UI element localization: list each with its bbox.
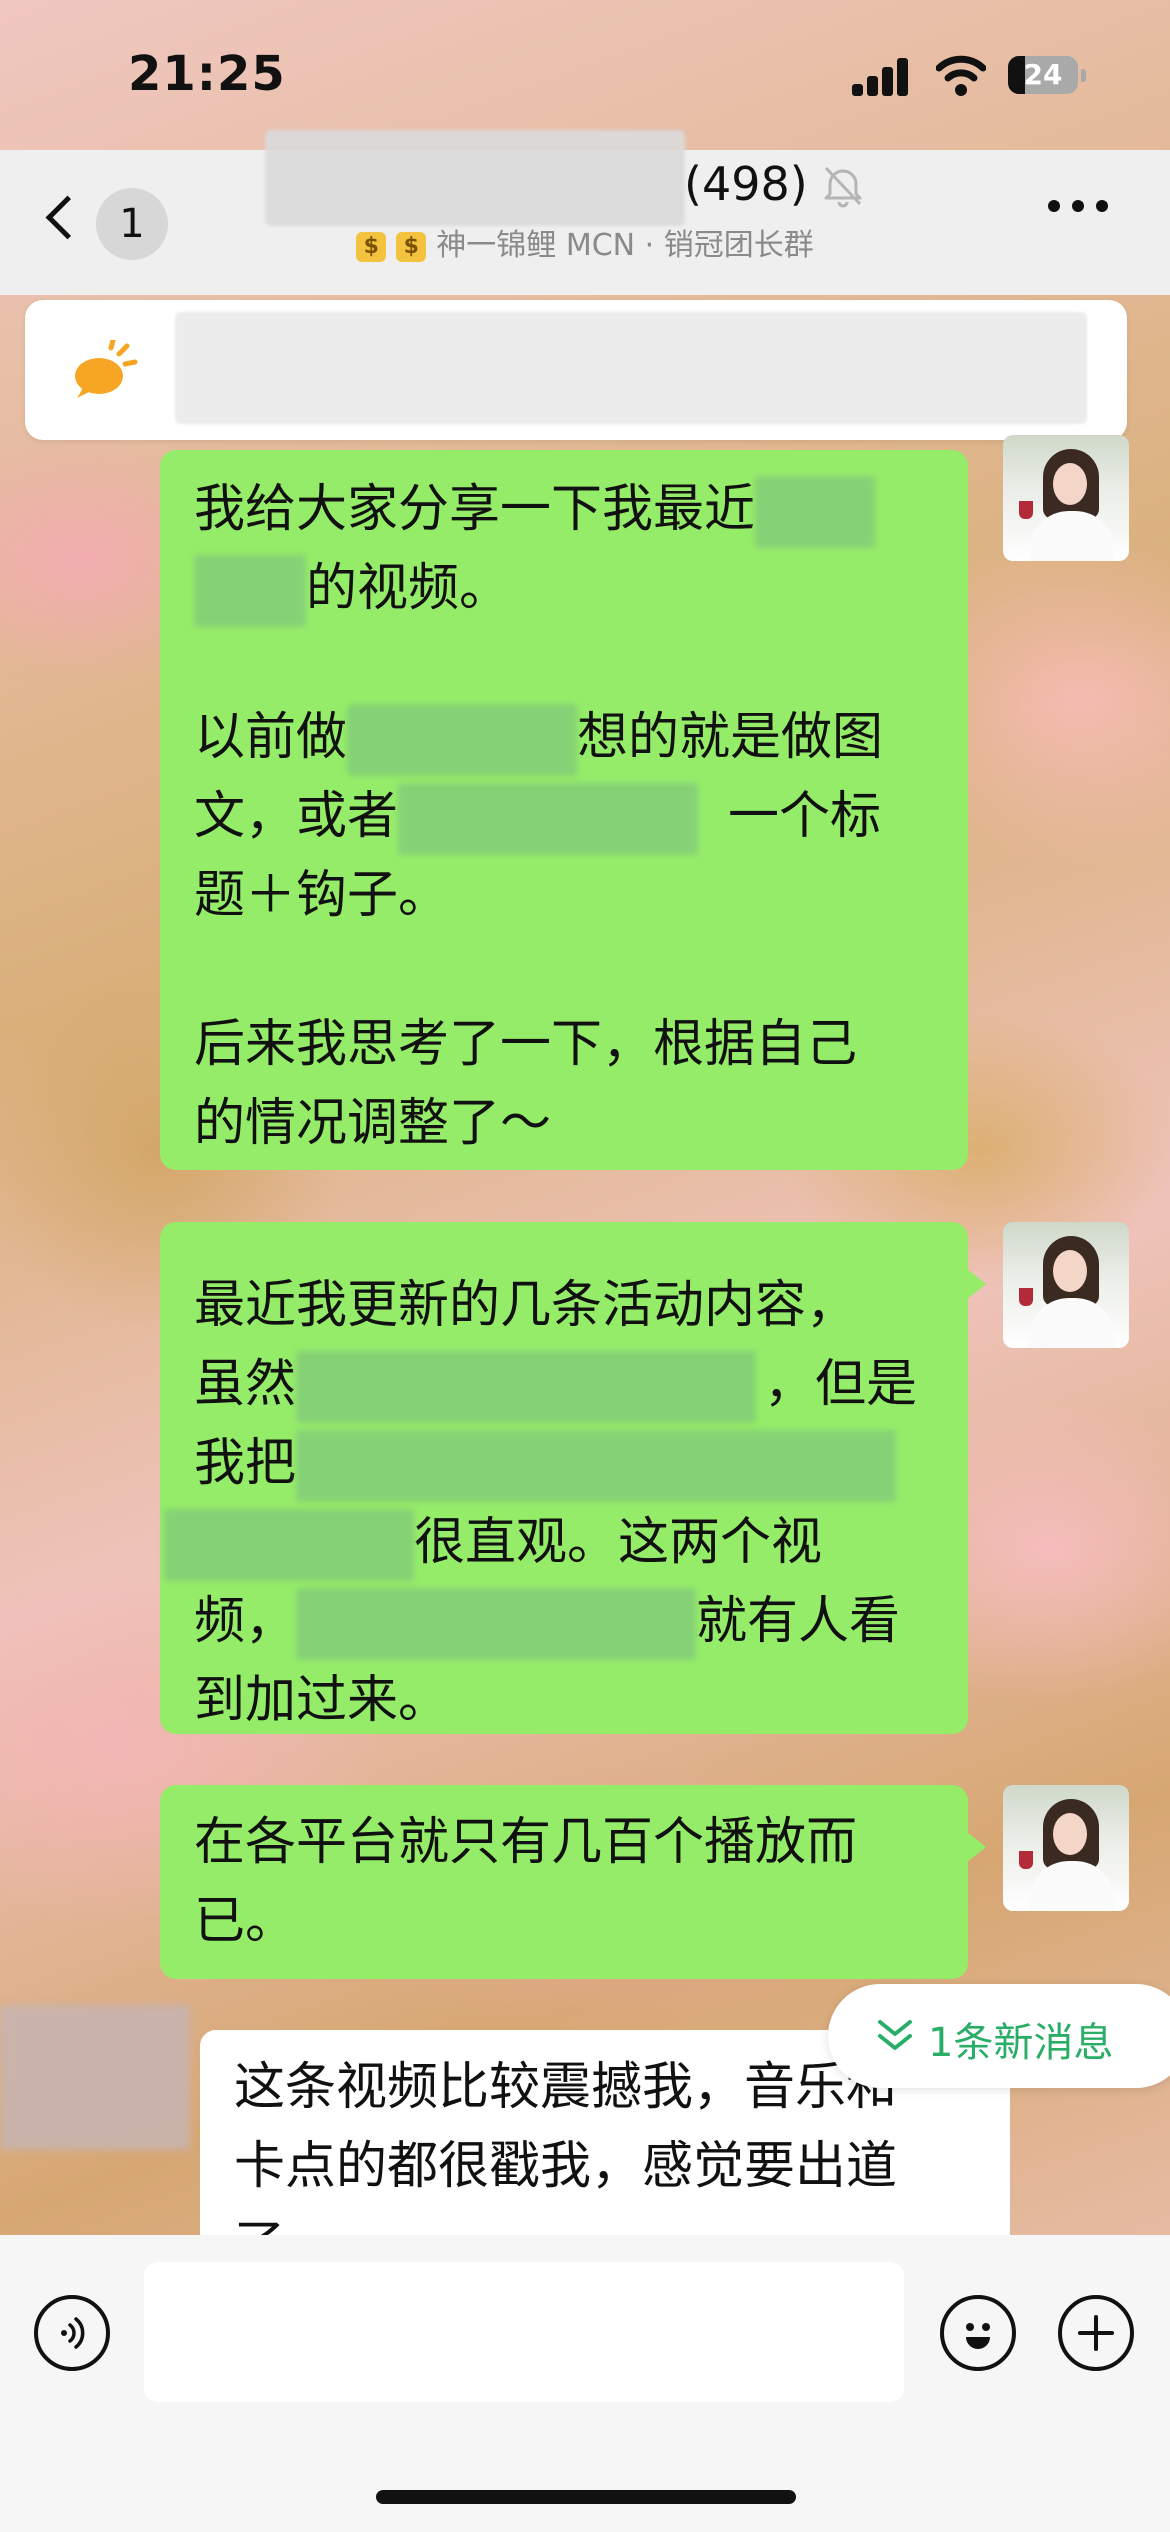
message-input[interactable] bbox=[144, 2262, 904, 2402]
more-options-button[interactable] bbox=[1048, 200, 1112, 220]
chat-header: 1 (498) $ $ 神一锦鲤 MCN · 销冠团长群 bbox=[0, 130, 1170, 295]
message-line: 频， bbox=[194, 1592, 297, 1651]
coin-icon: $ bbox=[356, 231, 387, 262]
wifi-icon bbox=[936, 55, 986, 96]
group-member-count[interactable]: (498) bbox=[684, 157, 808, 211]
mute-bell-icon bbox=[824, 166, 862, 208]
announcement-text-redacted bbox=[175, 312, 1087, 424]
message-text: 我给大家分享一下我最近 的视频。 以前做 想的就是做图 文，或者 一个标 题＋钩子。… bbox=[194, 470, 934, 1163]
group-announcement-bar[interactable] bbox=[25, 300, 1127, 440]
new-messages-label: 1条新消息 bbox=[928, 2020, 1114, 2066]
group-subtitle-text: 神一锦鲤 MCN · 销冠团长群 bbox=[436, 228, 814, 263]
battery-icon: 24 bbox=[1008, 56, 1088, 94]
message-line: 后来我思考了一下，根据自己 bbox=[194, 1015, 858, 1074]
plus-icon bbox=[1078, 2315, 1114, 2351]
redacted-text bbox=[296, 1430, 897, 1502]
emoji-button[interactable] bbox=[940, 2295, 1016, 2371]
message-bubble-sent[interactable]: 在各平台就只有几百个播放而 已。 bbox=[160, 1785, 986, 1979]
redacted-text bbox=[347, 704, 578, 776]
message-line: 在各平台就只有几百个播放而 bbox=[194, 1813, 858, 1872]
redacted-text bbox=[194, 555, 306, 627]
redacted-text bbox=[755, 476, 876, 548]
message-line: 很直观。这两个视 bbox=[414, 1513, 823, 1572]
voice-icon bbox=[61, 2317, 85, 2349]
message-line: 我把 bbox=[194, 1434, 297, 1493]
message-line: 文，或者 bbox=[194, 787, 399, 846]
message-line: 卡点的都很戳我，感觉要出道 bbox=[234, 2137, 898, 2196]
group-name-redacted bbox=[265, 130, 685, 226]
group-subtitle: $ $ 神一锦鲤 MCN · 销冠团长群 bbox=[0, 220, 1170, 264]
sender-avatar[interactable] bbox=[1003, 435, 1129, 561]
message-line: 我给大家分享一下我最近 bbox=[194, 480, 756, 539]
status-time: 21:25 bbox=[128, 46, 286, 102]
message-line: ，但是 bbox=[764, 1355, 918, 1414]
message-line: 一个标 bbox=[728, 787, 882, 846]
redacted-text bbox=[296, 1588, 697, 1660]
cellular-signal-icon bbox=[852, 56, 912, 96]
chat-input-bar bbox=[0, 2235, 1170, 2532]
message-line: 已。 bbox=[194, 1892, 297, 1951]
new-messages-button[interactable]: 1条新消息 bbox=[828, 1984, 1170, 2088]
redacted-text bbox=[398, 783, 699, 855]
message-bubble-sent[interactable]: 最近我更新的几条活动内容， 虽然 ，但是 我把 很直观。这两个视 频， 就有人看 到… bbox=[160, 1222, 986, 1734]
redacted-text bbox=[164, 1509, 414, 1581]
message-line: 的情况调整了～ bbox=[194, 1094, 552, 1153]
message-line: 到加过来。 bbox=[194, 1671, 450, 1730]
message-text: 在各平台就只有几百个播放而 已。 bbox=[194, 1803, 934, 1961]
redacted-text bbox=[296, 1351, 757, 1423]
message-line: 最近我更新的几条活动内容， bbox=[194, 1276, 858, 1335]
home-indicator bbox=[376, 2490, 796, 2504]
voice-input-button[interactable] bbox=[34, 2295, 110, 2371]
smiley-icon bbox=[966, 2323, 990, 2349]
message-line: 的视频。 bbox=[306, 559, 511, 618]
message-line: 想的就是做图 bbox=[577, 708, 884, 767]
message-bubble-sent[interactable]: 我给大家分享一下我最近 的视频。 以前做 想的就是做图 文，或者 一个标 题＋钩子。… bbox=[160, 450, 968, 1170]
message-line: 虽然 bbox=[194, 1355, 297, 1414]
sender-avatar[interactable] bbox=[1003, 1222, 1129, 1348]
double-chevron-down-icon bbox=[878, 2020, 912, 2050]
message-line: 以前做 bbox=[194, 708, 348, 767]
battery-level: 24 bbox=[1023, 58, 1063, 91]
message-line: 就有人看 bbox=[696, 1592, 901, 1651]
coin-icon: $ bbox=[396, 231, 427, 262]
other-avatar-redacted[interactable] bbox=[0, 2005, 190, 2150]
more-actions-button[interactable] bbox=[1058, 2295, 1134, 2371]
message-line: 这条视频比较震撼我，音乐和 bbox=[234, 2058, 898, 2117]
message-line: 题＋钩子。 bbox=[194, 866, 450, 925]
message-text: 最近我更新的几条活动内容， 虽然 ，但是 我把 很直观。这两个视 频， 就有人看 到… bbox=[164, 1266, 934, 1740]
sender-avatar[interactable] bbox=[1003, 1785, 1129, 1911]
announcement-bubble-icon bbox=[75, 340, 138, 398]
